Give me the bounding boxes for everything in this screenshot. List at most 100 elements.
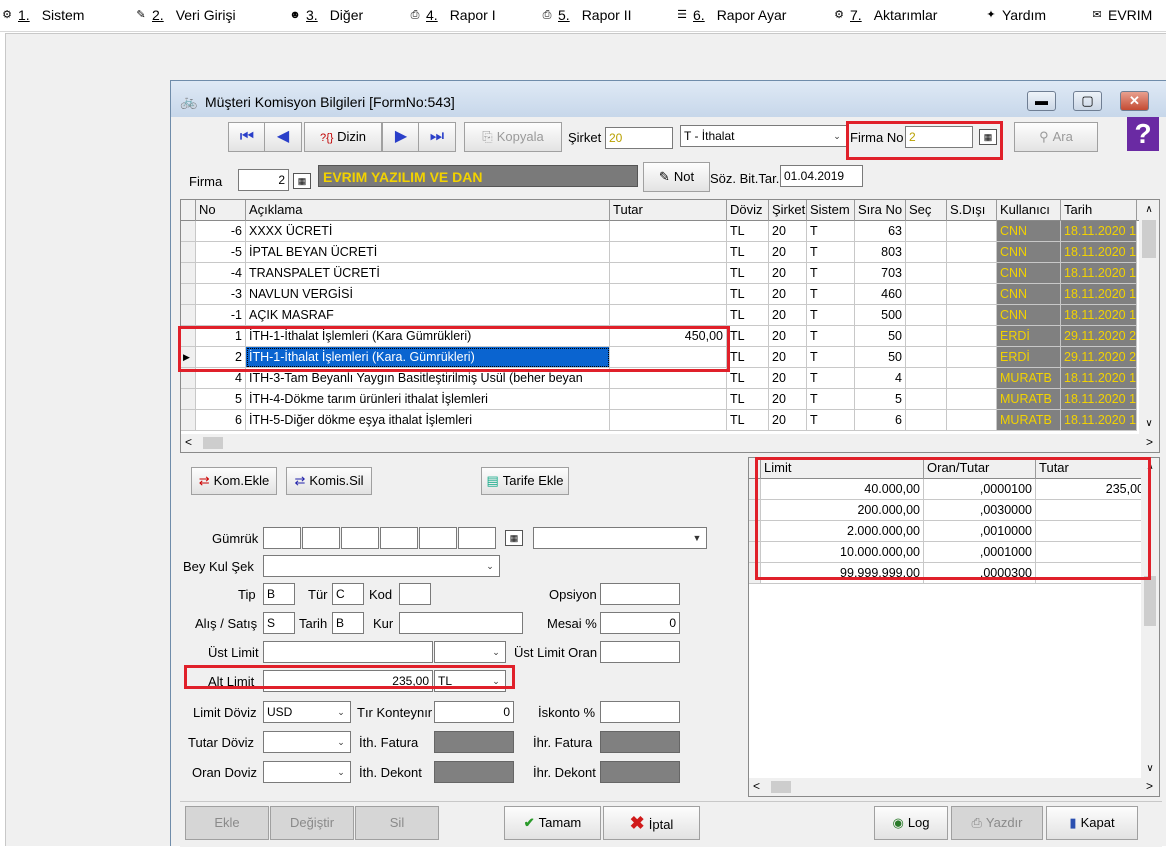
cell-no[interactable]: -3 bbox=[196, 284, 246, 305]
cell-sirket[interactable]: 20 bbox=[769, 263, 807, 284]
cell-sec[interactable] bbox=[906, 242, 947, 263]
cell-kullanici[interactable]: CNN bbox=[997, 242, 1061, 263]
table-row[interactable]: 6 İTH-5-Diğer dökme eşya ithalat İşlemler… bbox=[181, 410, 1137, 431]
limit-col-tutar[interactable]: Tutar bbox=[1036, 458, 1148, 479]
cell-sec[interactable] bbox=[906, 347, 947, 368]
cell-aciklama[interactable]: NAVLUN VERGİSİ bbox=[246, 284, 610, 305]
tip-input[interactable]: B bbox=[263, 583, 295, 605]
row-indicator[interactable] bbox=[181, 284, 196, 305]
cell-doviz[interactable]: TL bbox=[727, 221, 769, 242]
cell-doviz[interactable]: TL bbox=[727, 242, 769, 263]
ihr-fatura-field[interactable] bbox=[600, 731, 680, 753]
menu-rapor-ayar[interactable]: ☰ 6. Rapor Ayar bbox=[675, 7, 786, 23]
limit-row[interactable]: 2.000.000,00,0010000 bbox=[749, 521, 1148, 542]
iskonto-input[interactable] bbox=[600, 701, 680, 723]
cell-tarih[interactable]: 18.11.2020 1 bbox=[1061, 284, 1137, 305]
limit-cell-limit[interactable]: 200.000,00 bbox=[761, 500, 924, 521]
table-row[interactable]: -6 XXXX ÜCRETİ TL 20 T 63 CNN 18.11.2020 1 bbox=[181, 221, 1137, 242]
cell-sira-no[interactable]: 50 bbox=[855, 347, 906, 368]
cell-doviz[interactable]: TL bbox=[727, 284, 769, 305]
cell-s-disi[interactable] bbox=[947, 284, 997, 305]
cell-kullanici[interactable]: CNN bbox=[997, 305, 1061, 326]
cell-kullanici[interactable]: ERDİ bbox=[997, 347, 1061, 368]
ara-button[interactable]: ⚲ Ara bbox=[1014, 122, 1098, 152]
limit-cell-limit[interactable]: 99.999.999,00 bbox=[761, 563, 924, 584]
table-row[interactable]: -5 İPTAL BEYAN ÜCRETİ TL 20 T 803 CNN 18.11.202… bbox=[181, 242, 1137, 263]
scroll-up-icon[interactable]: ∧ bbox=[1139, 200, 1159, 220]
ust-limit-doviz-select[interactable]: ⌄ bbox=[434, 641, 506, 663]
col-s-disi[interactable]: S.Dışı bbox=[947, 200, 997, 221]
limit-row[interactable]: 200.000,00,0030000 bbox=[749, 500, 1148, 521]
gumruk-input-4[interactable] bbox=[380, 527, 418, 549]
first-record-button[interactable]: ⏮ bbox=[228, 122, 266, 152]
cell-sistem[interactable]: T bbox=[807, 263, 855, 284]
scroll-down-icon[interactable]: ∨ bbox=[1139, 414, 1159, 434]
cell-doviz[interactable]: TL bbox=[727, 305, 769, 326]
col-sirket[interactable]: Şirket bbox=[769, 200, 807, 221]
gumruk-select[interactable]: ▼ bbox=[533, 527, 707, 549]
cell-kullanici[interactable]: MURATB bbox=[997, 410, 1061, 431]
cell-sec[interactable] bbox=[906, 221, 947, 242]
limit-cell-oran[interactable]: ,0030000 bbox=[924, 500, 1036, 521]
cell-aciklama[interactable]: XXXX ÜCRETİ bbox=[246, 221, 610, 242]
menu-diger[interactable]: ☻ 3. Diğer bbox=[288, 7, 363, 23]
tir-konteynir-input[interactable]: 0 bbox=[434, 701, 514, 723]
row-indicator[interactable] bbox=[749, 521, 761, 542]
calendar-lookup-icon[interactable]: ▦ bbox=[979, 129, 997, 145]
cell-tarih[interactable]: 18.11.2020 1 bbox=[1061, 221, 1137, 242]
scroll-thumb[interactable] bbox=[1144, 576, 1156, 626]
cell-sirket[interactable]: 20 bbox=[769, 410, 807, 431]
row-indicator[interactable] bbox=[181, 221, 196, 242]
cell-tarih[interactable]: 18.11.2020 1 bbox=[1061, 410, 1137, 431]
cell-tutar[interactable] bbox=[610, 347, 727, 368]
table-row[interactable]: -4 TRANSPALET ÜCRETİ TL 20 T 703 CNN 18.11.2020… bbox=[181, 263, 1137, 284]
col-tutar[interactable]: Tutar bbox=[610, 200, 727, 221]
limit-col-oran[interactable]: Oran/Tutar bbox=[924, 458, 1036, 479]
cell-sec[interactable] bbox=[906, 263, 947, 284]
cell-tutar[interactable] bbox=[610, 368, 727, 389]
cell-tarih[interactable]: 18.11.2020 1 bbox=[1061, 389, 1137, 410]
limit-cell-tutar[interactable] bbox=[1036, 500, 1148, 521]
cell-sec[interactable] bbox=[906, 368, 947, 389]
last-record-button[interactable]: ⏭ bbox=[418, 122, 456, 152]
limit-cell-oran[interactable]: ,0010000 bbox=[924, 521, 1036, 542]
scroll-left-icon[interactable]: < bbox=[185, 435, 192, 449]
col-doviz[interactable]: Döviz bbox=[727, 200, 769, 221]
limit-horizontal-scrollbar[interactable]: < > bbox=[749, 778, 1159, 796]
limit-cell-tutar[interactable]: 235,00 bbox=[1036, 479, 1148, 500]
cell-kullanici[interactable]: ERDİ bbox=[997, 326, 1061, 347]
cell-aciklama[interactable]: İTH-1-İthalat İşlemleri (Kara Gümrükleri… bbox=[246, 326, 610, 347]
not-button[interactable]: ✎ Not bbox=[643, 162, 710, 192]
cell-aciklama[interactable]: AÇIK MASRAF bbox=[246, 305, 610, 326]
cell-sira-no[interactable]: 460 bbox=[855, 284, 906, 305]
row-indicator[interactable] bbox=[181, 410, 196, 431]
cell-s-disi[interactable] bbox=[947, 242, 997, 263]
table-row[interactable]: -3 NAVLUN VERGİSİ TL 20 T 460 CNN 18.11.2020 1 bbox=[181, 284, 1137, 305]
hscroll-thumb[interactable] bbox=[203, 437, 223, 449]
alt-limit-input[interactable]: 235,00 bbox=[263, 670, 433, 692]
cell-s-disi[interactable] bbox=[947, 326, 997, 347]
row-indicator[interactable] bbox=[749, 563, 761, 584]
grid-vertical-scrollbar[interactable]: ∧ ∨ bbox=[1139, 200, 1159, 434]
ith-fatura-field[interactable] bbox=[434, 731, 514, 753]
tarife-ekle-button[interactable]: ▤ Tarife Ekle bbox=[481, 467, 569, 495]
table-row[interactable]: -1 AÇIK MASRAF TL 20 T 500 CNN 18.11.2020 1 bbox=[181, 305, 1137, 326]
cell-no[interactable]: 4 bbox=[196, 368, 246, 389]
firma-no-input[interactable]: 2 bbox=[905, 126, 973, 148]
maximize-button[interactable]: ▢ bbox=[1073, 91, 1102, 111]
hscroll-thumb[interactable] bbox=[771, 781, 791, 793]
row-indicator[interactable] bbox=[181, 389, 196, 410]
scroll-right-icon[interactable]: > bbox=[1146, 779, 1153, 793]
limit-cell-tutar[interactable] bbox=[1036, 521, 1148, 542]
gumruk-input-1[interactable] bbox=[263, 527, 301, 549]
tutar-doviz-select[interactable]: ⌄ bbox=[263, 731, 351, 753]
cell-kullanici[interactable]: CNN bbox=[997, 284, 1061, 305]
ihr-dekont-field[interactable] bbox=[600, 761, 680, 783]
limit-row[interactable]: 40.000,00,0000100 235,00 bbox=[749, 479, 1148, 500]
cell-aciklama[interactable]: İTH-4-Dökme tarım ürünleri ithalat İşlem… bbox=[246, 389, 610, 410]
cell-sistem[interactable]: T bbox=[807, 410, 855, 431]
cell-sirket[interactable]: 20 bbox=[769, 326, 807, 347]
cell-kullanici[interactable]: MURATB bbox=[997, 389, 1061, 410]
cell-sirket[interactable]: 20 bbox=[769, 389, 807, 410]
cell-aciklama[interactable]: İTH-1-İthalat İşlemleri (Kara. Gümrükler… bbox=[246, 347, 610, 368]
